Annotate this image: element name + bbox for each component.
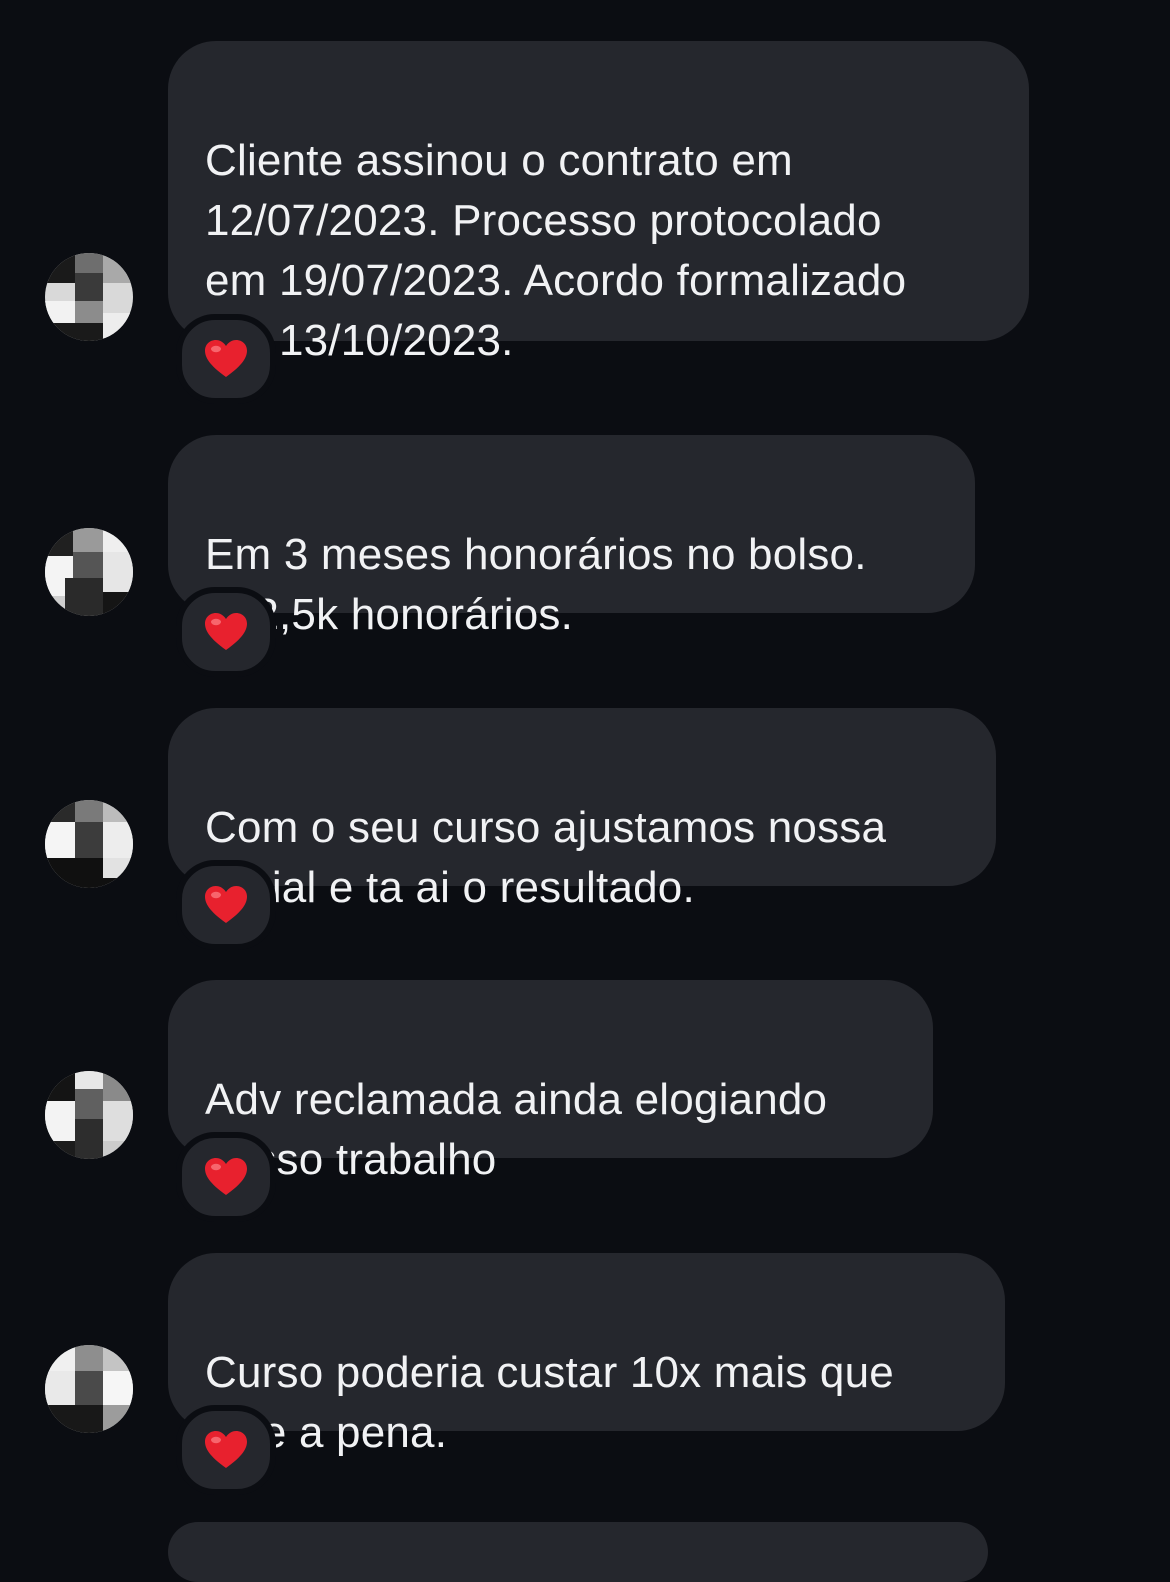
message-text: Em 3 meses honorários no bolso. 122,5k h… (205, 530, 867, 639)
reaction-badge[interactable] (176, 1405, 276, 1495)
pixelated-avatar-icon[interactable] (45, 528, 133, 616)
pixelated-avatar-icon[interactable] (45, 253, 133, 341)
message-bubble[interactable]: Curso poderia custar 10x mais que vale a… (168, 1253, 1005, 1457)
reaction-badge[interactable] (176, 587, 276, 677)
message-text: Cliente assinou o contrato em 12/07/2023… (205, 136, 907, 365)
message-bubble[interactable]: Em 3 meses honorários no bolso. 122,5k h… (168, 435, 975, 639)
heart-icon (205, 340, 247, 377)
message-thread: Cliente assinou o contrato em 12/07/2023… (0, 0, 1170, 1582)
pixelated-avatar-icon[interactable] (45, 800, 133, 888)
message-text: Com o seu curso ajustamos nossa inicial … (205, 803, 887, 912)
heart-icon (205, 613, 247, 650)
pixelated-avatar-icon[interactable] (45, 1071, 133, 1159)
heart-icon (205, 1431, 247, 1468)
message-bubble[interactable]: Adv reclamada ainda elogiando nosso trab… (168, 980, 933, 1184)
message-bubble[interactable]: Cliente assinou o contrato em 12/07/2023… (168, 41, 1029, 365)
reaction-badge[interactable] (176, 1132, 276, 1222)
pixelated-avatar-icon[interactable] (45, 1345, 133, 1433)
heart-icon (205, 1158, 247, 1195)
heart-icon (205, 886, 247, 923)
message-text: Curso poderia custar 10x mais que vale a… (205, 1348, 894, 1457)
message-bubble[interactable]: Com o seu curso ajustamos nossa inicial … (168, 708, 996, 912)
message-text: Adv reclamada ainda elogiando nosso trab… (205, 1075, 828, 1184)
reaction-badge[interactable] (176, 314, 276, 404)
reaction-badge[interactable] (176, 860, 276, 950)
message-bubble-partial[interactable] (168, 1522, 988, 1582)
